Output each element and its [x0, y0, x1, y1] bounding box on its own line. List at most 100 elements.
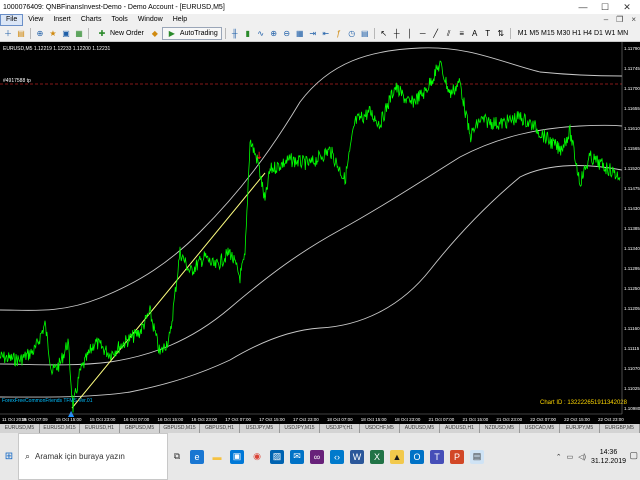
timeframes-button[interactable]: M1 M5 M15 M30 H1 H4 D1 W1 MN [514, 27, 632, 40]
arrows-icon[interactable]: ⇅ [495, 28, 507, 40]
trend-line[interactable] [71, 172, 266, 409]
chart-tab[interactable]: AUDUSD,M5 [400, 424, 440, 433]
label-icon[interactable]: T [482, 28, 494, 40]
visual-studio-icon[interactable]: ∞ [310, 449, 324, 464]
close-button[interactable]: ✕ [616, 0, 638, 14]
new-chart-icon[interactable]: ＋ [2, 28, 14, 40]
notepad-icon[interactable]: ▤ [470, 449, 484, 464]
zoom-in-icon[interactable]: ⊕ [268, 28, 280, 40]
menu-insert[interactable]: Insert [48, 14, 76, 26]
navigator-icon[interactable]: ★ [47, 28, 59, 40]
menu-view[interactable]: View [23, 14, 48, 26]
vline-icon[interactable]: │ [404, 28, 416, 40]
strategy-tester-icon[interactable]: ▦ [73, 28, 85, 40]
price-axis-label: 1.11160 [624, 326, 640, 331]
chart-tab[interactable]: GBPUSD,M5 [120, 424, 160, 433]
task-view-icon[interactable]: ⧉ [170, 450, 184, 464]
time-axis-label: 21 Oct 15:00 [462, 417, 488, 422]
windows-taskbar: ⊞ ⌕ Aramak için buraya yazın ⧉ e ▬ ▣ ◉ ▨ ✉ ∞ ‹› W… [0, 433, 640, 480]
notification-icon[interactable]: ▢ [629, 450, 638, 461]
store-icon[interactable]: ▣ [230, 449, 244, 464]
time-axis-label: 22 Oct 23:00 [598, 417, 624, 422]
time-axis-label: 21 Oct 23:00 [496, 417, 522, 422]
chart-canvas[interactable]: EURUSD,M5 1.12219 1.12233 1.12200 1.1223… [0, 42, 640, 424]
text-icon[interactable]: A [469, 28, 481, 40]
tile-icon[interactable]: ▦ [294, 28, 306, 40]
file-explorer-icon[interactable]: ▬ [210, 450, 224, 464]
chart-tab[interactable]: GBPUSD,M15 [160, 424, 200, 433]
metaeditor-icon[interactable]: ◆ [149, 28, 161, 40]
chart-tab[interactable]: EURJPY,M5 [560, 424, 600, 433]
maximize-button[interactable]: ☐ [594, 0, 616, 14]
taskbar-apps: ⧉ e ▬ ▣ ◉ ▨ ✉ ∞ ‹› W X ▲ O T P ▤ [170, 433, 484, 480]
chart-tab[interactable]: EURGBP,M5 [600, 424, 640, 433]
mail-icon[interactable]: ✉ [290, 449, 304, 464]
code-icon[interactable]: ‹› [330, 449, 344, 464]
photos-icon[interactable]: ▨ [270, 449, 284, 464]
powerpoint-icon[interactable]: P [450, 449, 464, 464]
crosshair-icon[interactable]: ┼ [391, 28, 403, 40]
chart-tab[interactable]: USDJPY,M5 [240, 424, 280, 433]
periods-icon[interactable]: ◷ [346, 28, 358, 40]
time-axis-label: 17 Oct 23:00 [293, 417, 319, 422]
zoom-icon[interactable]: ⊕ [34, 28, 46, 40]
minimize-button[interactable]: — [572, 0, 594, 14]
network-icon[interactable]: ▭ [567, 453, 574, 461]
terminal-icon[interactable]: ▣ [60, 28, 72, 40]
time-axis-label: 16 Oct 15:00 [157, 417, 183, 422]
taskbar-search[interactable]: ⌕ Aramak için buraya yazın [18, 433, 168, 480]
fibo-icon[interactable]: ≡ [456, 28, 468, 40]
chart-tab[interactable]: USDCHF,M5 [360, 424, 400, 433]
autoscroll-icon[interactable]: ⇥ [307, 28, 319, 40]
menu-charts[interactable]: Charts [76, 14, 107, 26]
start-button[interactable]: ⊞ [0, 433, 18, 480]
chart-tab[interactable]: NZDUSD,M5 [480, 424, 520, 433]
teams-icon[interactable]: T [430, 449, 444, 464]
price-chart[interactable]: EURUSD,M5 1.12219 1.12233 1.12200 1.1223… [0, 42, 640, 424]
excel-icon[interactable]: X [370, 449, 384, 464]
chart-tab[interactable]: EURUSD,H1 [80, 424, 120, 433]
time-axis-label: 22 Oct 07:00 [530, 417, 556, 422]
chart-tab[interactable]: USDCAD,M5 [520, 424, 560, 433]
templates-icon[interactable]: ▤ [359, 28, 371, 40]
candles-icon[interactable]: ▮ [242, 28, 254, 40]
chart-tab[interactable]: USDJPY,H1 [320, 424, 360, 433]
edge-icon[interactable]: e [190, 449, 204, 464]
chart-tab[interactable]: USDJPY,M15 [280, 424, 320, 433]
menu-help[interactable]: Help [168, 14, 192, 26]
search-placeholder: Aramak için buraya yazın [35, 452, 125, 461]
indicators-icon[interactable]: ƒ [333, 28, 345, 40]
trendline-icon[interactable]: ╱ [430, 28, 442, 40]
mdi-minimize-icon[interactable]: – [604, 14, 608, 26]
chart-tab[interactable]: GBPUSD,H1 [200, 424, 240, 433]
chart-tab[interactable]: EURUSD,M15 [40, 424, 80, 433]
shift-icon[interactable]: ⇤ [320, 28, 332, 40]
channel-icon[interactable]: ⫽ [443, 28, 455, 40]
toolbar-separator [509, 28, 511, 39]
taskbar-clock[interactable]: 14:36 31.12.2019 [591, 448, 626, 466]
menu-file[interactable]: File [0, 14, 24, 26]
metatrader-icon[interactable]: ▲ [390, 449, 404, 464]
mdi-close-icon[interactable]: × [631, 14, 636, 26]
time-axis-label: 18 Oct 07:00 [327, 417, 353, 422]
volume-icon[interactable]: ◁) [578, 453, 586, 461]
clock-date: 31.12.2019 [590, 457, 626, 465]
word-icon[interactable]: W [350, 449, 364, 464]
cursor-icon[interactable]: ↖ [378, 28, 390, 40]
outlook-icon[interactable]: O [410, 449, 424, 464]
tray-chevron-icon[interactable]: ⌃ [556, 453, 562, 461]
zoom-out-icon[interactable]: ⊖ [281, 28, 293, 40]
line-chart-icon[interactable]: ∿ [255, 28, 267, 40]
menu-window[interactable]: Window [133, 14, 168, 26]
chart-tab[interactable]: AUDUSD,H1 [440, 424, 480, 433]
hline-icon[interactable]: ─ [417, 28, 429, 40]
bar-chart-icon[interactable]: ╫ [229, 28, 241, 40]
chrome-icon[interactable]: ◉ [250, 450, 264, 464]
menu-bar: File View Insert Charts Tools Window Hel… [0, 14, 640, 26]
new-order-button[interactable]: ✚ New Order [92, 27, 148, 40]
chart-tab[interactable]: EURUSD,M5 [0, 424, 40, 433]
mdi-restore-icon[interactable]: ❐ [616, 14, 623, 26]
autotrading-button[interactable]: ▶ AutoTrading [161, 27, 222, 40]
menu-tools[interactable]: Tools [106, 14, 132, 26]
profiles-icon[interactable]: ▤ [15, 28, 27, 40]
